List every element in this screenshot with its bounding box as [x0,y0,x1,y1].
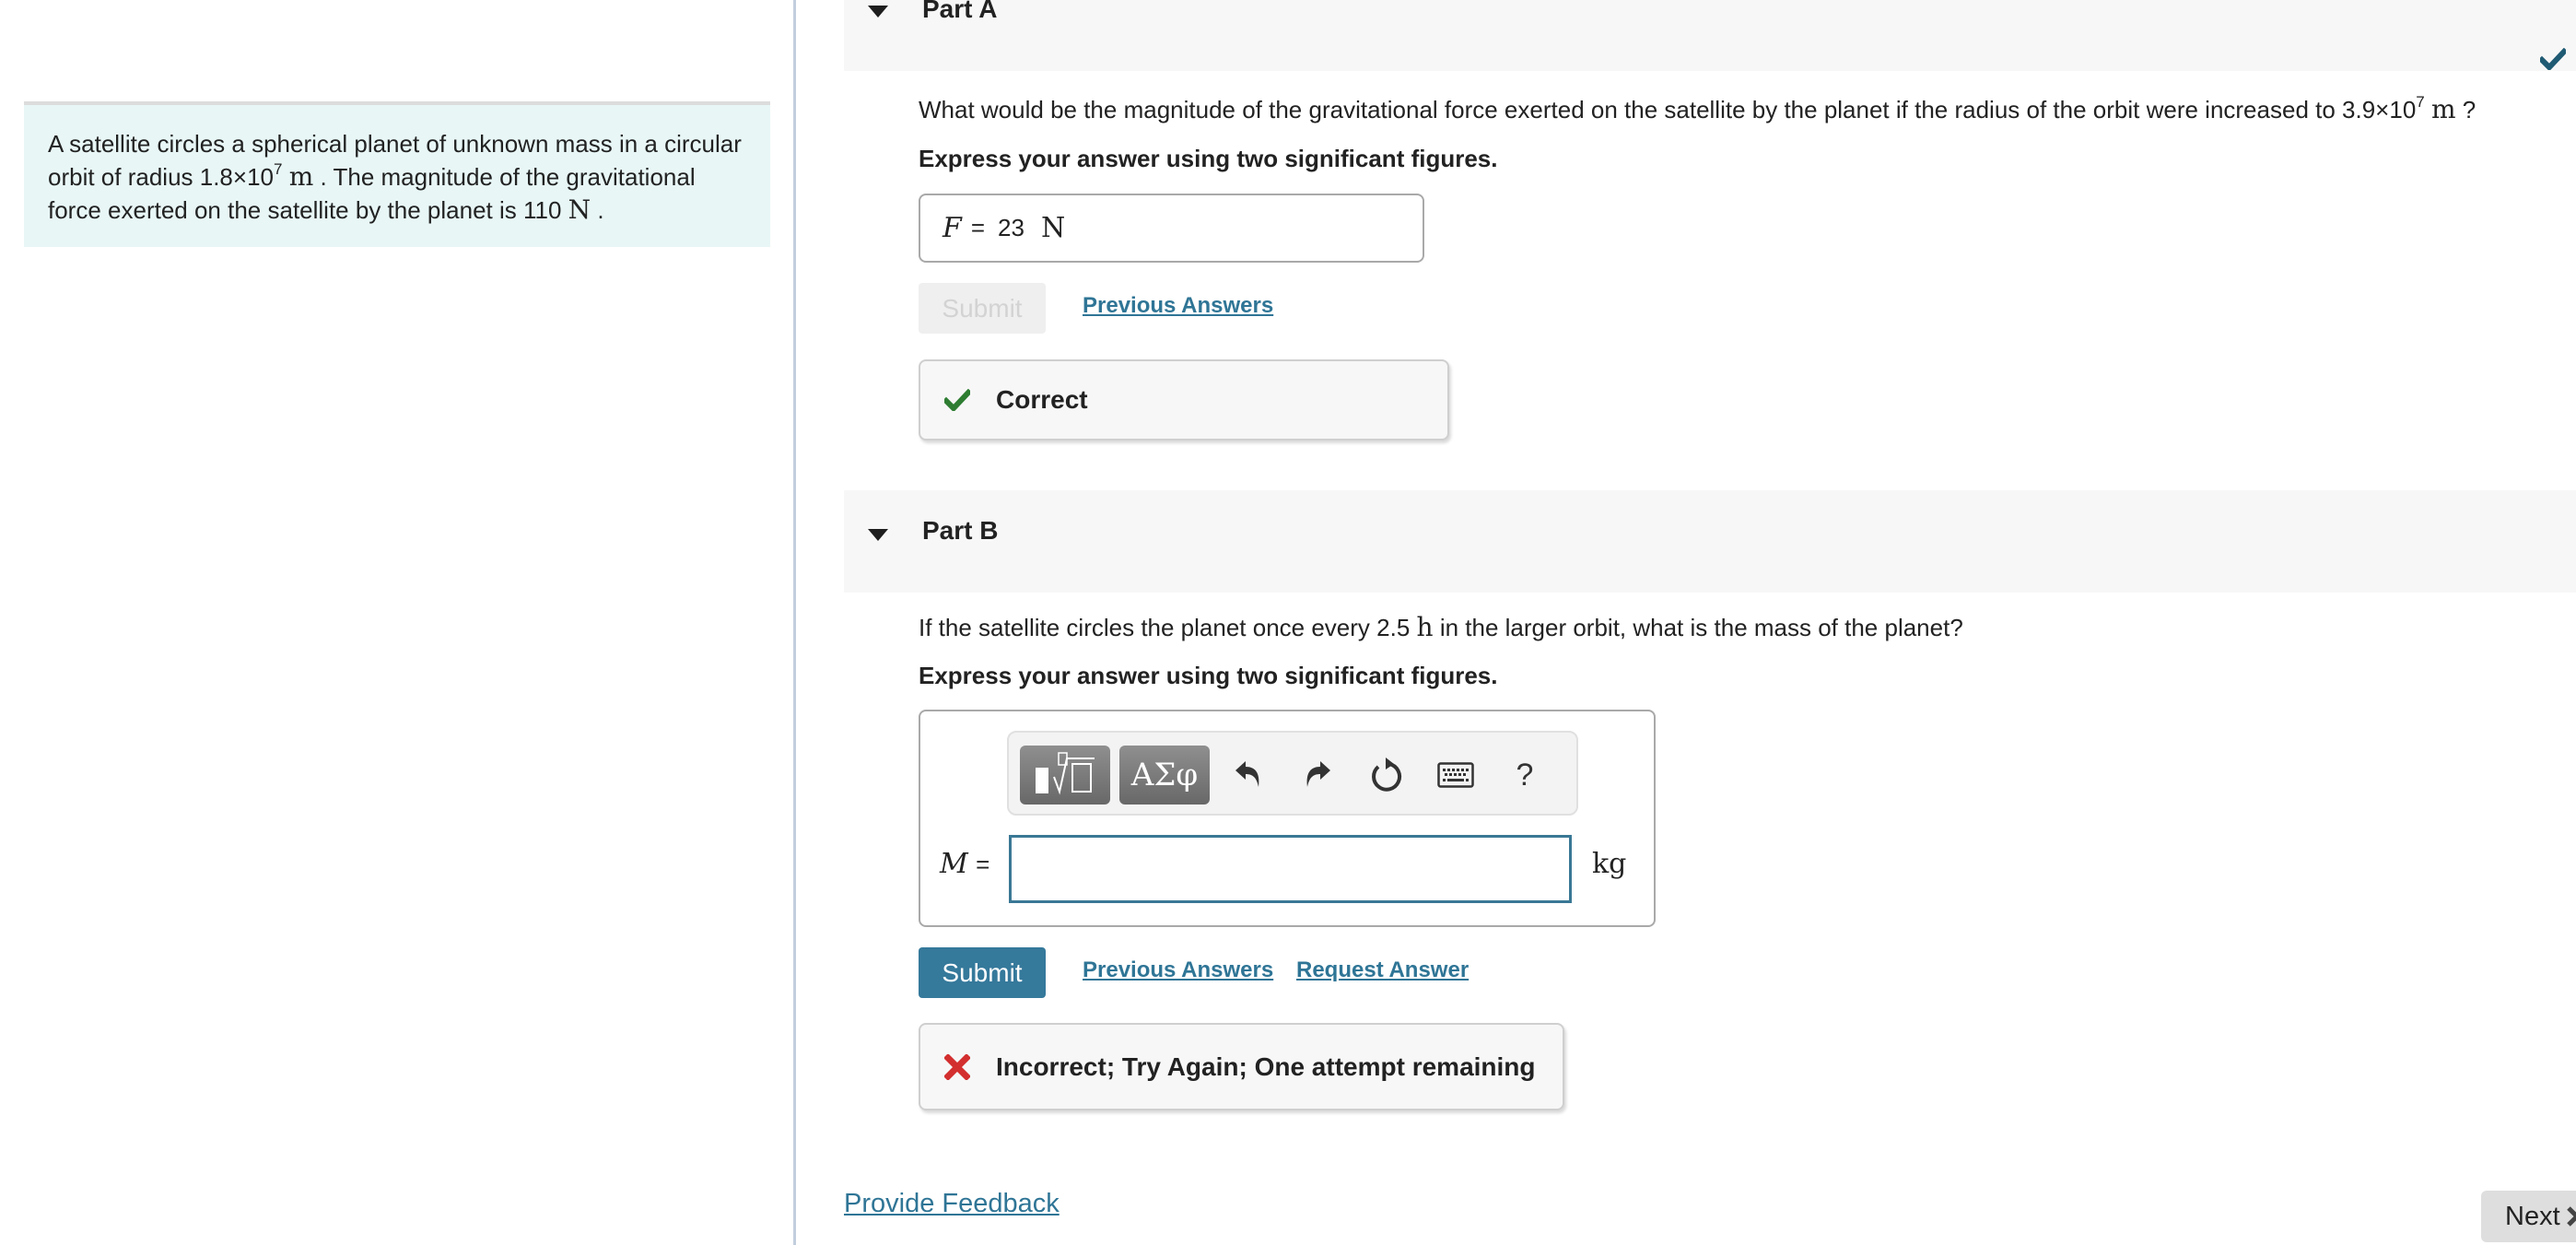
intro-text: . [597,196,604,224]
reset-icon[interactable] [1364,749,1410,801]
request-answer-link[interactable]: Request Answer [1296,957,1469,983]
question-text: in the larger orbit, what is the mass of… [1439,614,1963,641]
intro-unit-m: m [288,161,314,192]
part-a-previous-answers-link[interactable]: Previous Answers [1083,293,1273,319]
answer-variable: M [940,848,968,880]
intro-unit-n: N [568,194,591,225]
question-unit: h [1416,612,1434,642]
check-icon [944,389,970,411]
check-icon [2537,47,2569,75]
part-b-instruction: Express your answer using two significan… [919,662,1498,689]
part-b-title: Part B [922,516,999,545]
provide-feedback-link[interactable]: Provide Feedback [844,1189,1060,1219]
question-exponent: 7 [2416,93,2425,111]
feedback-message: Incorrect; Try Again; One attempt remain… [996,1051,1536,1081]
part-b-previous-answers-link[interactable]: Previous Answers [1083,957,1273,983]
question-text: If the satellite circles the planet once… [919,614,1411,641]
question-text: What would be the magnitude of the gravi… [919,96,2417,123]
part-a-title: Part A [922,0,998,23]
part-a-answer-field: F = 23 N [919,194,1424,263]
caret-down-icon[interactable] [868,529,888,541]
redo-icon[interactable] [1294,749,1341,801]
next-button[interactable]: Next [2481,1191,2576,1242]
question-end: ? [2462,96,2476,123]
part-b-header[interactable]: Part B [844,490,2576,593]
answer-unit: N [1040,212,1066,244]
panel-divider [793,0,796,1245]
equals-sign: = [976,851,990,878]
next-label: Next [2505,1201,2560,1231]
part-b-question: If the satellite circles the planet once… [919,612,1963,642]
undo-icon[interactable] [1225,749,1271,801]
part-a-question: What would be the magnitude of the gravi… [919,94,2476,124]
math-toolbar: ΑΣφ ? [1007,731,1578,816]
chevron-right-icon [2566,1205,2576,1227]
part-b-submit-button[interactable]: Submit [919,947,1046,998]
mass-answer-input[interactable] [1009,835,1572,903]
answer-variable: F [943,212,962,244]
symbols-button[interactable]: ΑΣφ [1119,746,1210,805]
part-a-feedback-correct: Correct [919,359,1449,440]
equals-sign: = [970,214,986,241]
feedback-message: Correct [996,385,1088,414]
answer-label: M = [940,848,989,880]
part-a-header[interactable]: Part A [844,0,2576,71]
part-a-instruction: Express your answer using two significan… [919,145,1498,172]
help-icon[interactable]: ? [1502,749,1548,801]
intro-exponent: 7 [274,160,283,178]
answer-unit: kg [1592,848,1627,880]
x-icon [944,1053,970,1080]
question-unit: m [2430,94,2456,124]
templates-button[interactable] [1020,746,1110,805]
caret-down-icon[interactable] [868,6,888,18]
keyboard-icon[interactable] [1433,749,1479,801]
part-b-feedback-incorrect: Incorrect; Try Again; One attempt remain… [919,1023,1564,1110]
templates-icon [1028,749,1102,802]
part-a-submit-button[interactable]: Submit [919,283,1046,334]
problem-intro: A satellite circles a spherical planet o… [24,101,770,247]
answer-value: 23 [998,214,1025,241]
